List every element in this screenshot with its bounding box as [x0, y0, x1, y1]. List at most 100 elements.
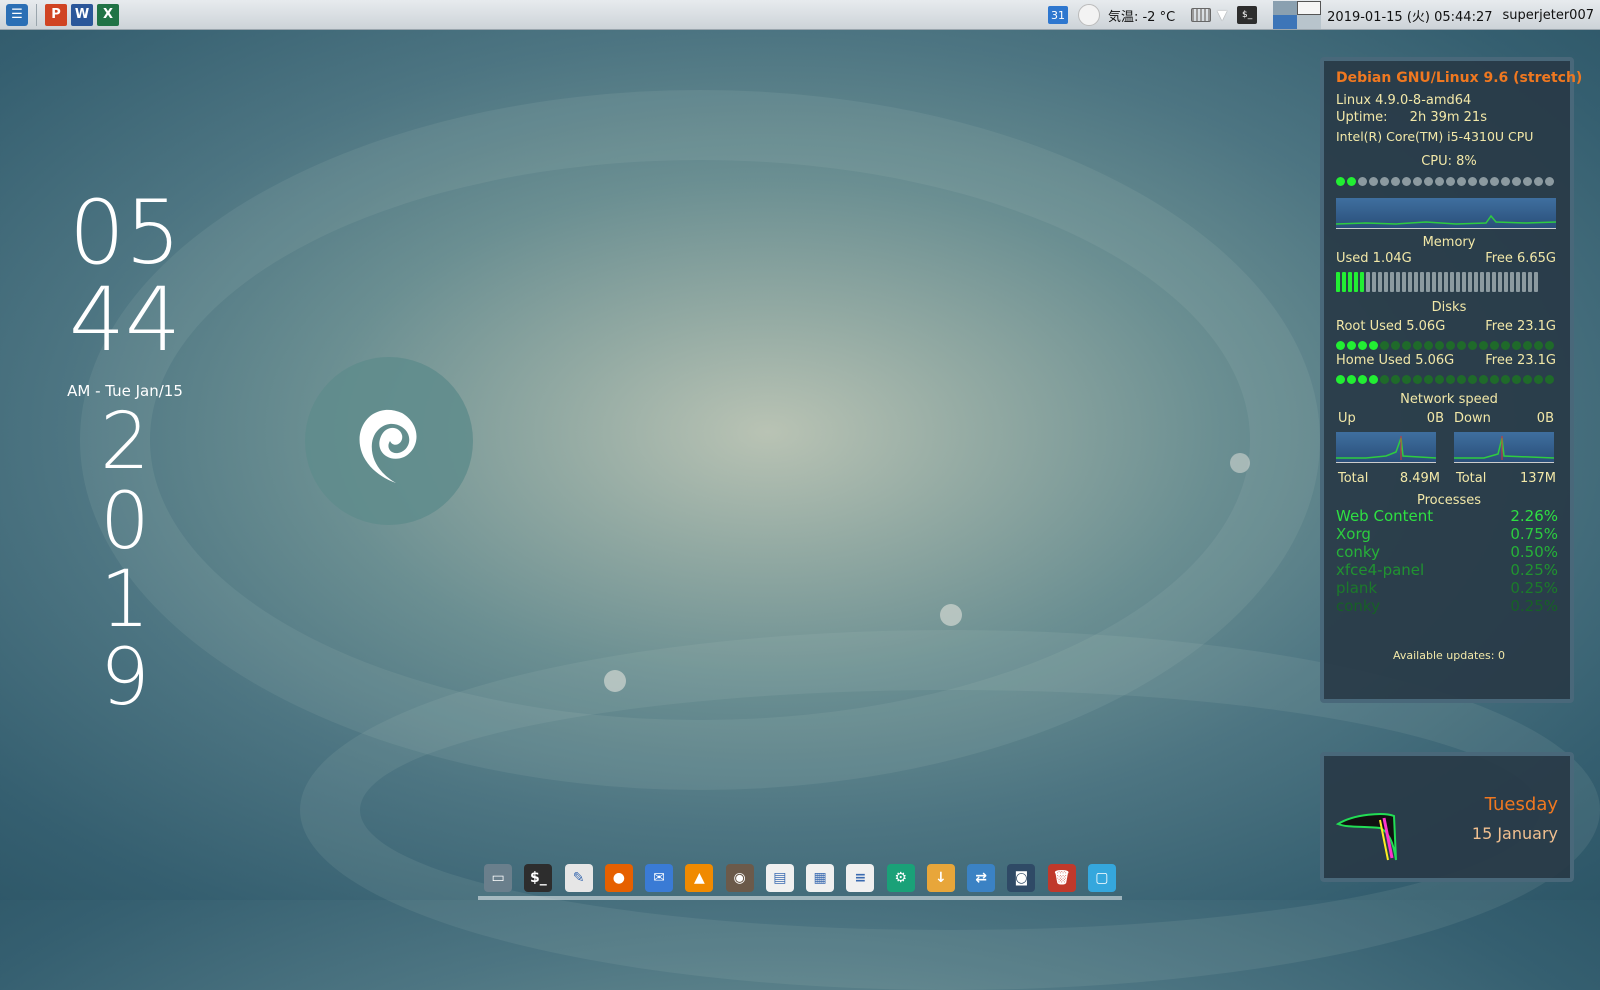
meter-dot — [1545, 375, 1554, 384]
presentation-icon[interactable]: ▤ — [765, 864, 794, 892]
meter-dot — [1468, 341, 1477, 350]
screenshot-icon[interactable]: ◙ — [1007, 864, 1036, 892]
meter-dot — [1391, 375, 1400, 384]
meter-dot — [1402, 177, 1411, 186]
memory-bar-segment — [1420, 272, 1424, 292]
desktop-icon[interactable]: ▢ — [1087, 864, 1116, 892]
download-icon[interactable]: ↓ — [926, 864, 955, 892]
vlc-icon[interactable]: ▲ — [685, 864, 714, 892]
thunderbird-icon[interactable]: ✉ — [645, 864, 674, 892]
meter-dot — [1402, 375, 1411, 384]
workspace-1[interactable] — [1273, 1, 1298, 15]
text-editor-icon[interactable]: ✎ — [564, 864, 593, 892]
meter-dot — [1457, 177, 1466, 186]
meter-dot — [1358, 341, 1367, 350]
memory-bar-segment — [1456, 272, 1460, 292]
workspace-switcher[interactable] — [1273, 1, 1322, 29]
meter-dot — [1435, 177, 1444, 186]
settings-icon[interactable]: ⚙ — [886, 864, 915, 892]
wifi-icon[interactable]: ▼ — [1217, 8, 1227, 23]
process-name: Xorg — [1336, 525, 1371, 543]
available-updates: Available updates: 0 — [1393, 649, 1505, 662]
panel-clock[interactable]: 2019-01-15 (火) 05:44:27 — [1327, 6, 1492, 25]
meter-dot — [1446, 341, 1455, 350]
workspace-4[interactable] — [1297, 15, 1322, 29]
firefox-icon[interactable]: ● — [604, 864, 633, 892]
trash-icon[interactable]: 🗑 — [1047, 864, 1076, 892]
file-manager-icon[interactable]: ▭ — [484, 864, 513, 892]
meter-dot — [1424, 177, 1433, 186]
memory-bar-segment — [1426, 272, 1430, 292]
menu-icon[interactable]: ☰ — [6, 3, 28, 26]
panel-tray: 31 気温: -2 °C ▼ $_ 2019-01-15 (火) 05:44:2… — [1047, 0, 1600, 30]
meter-dot — [1446, 177, 1455, 186]
spreadsheet-icon[interactable]: ▦ — [806, 864, 835, 892]
memory-bar-segment — [1360, 272, 1364, 292]
weekday-label: Tuesday — [1484, 794, 1558, 815]
meter-dot — [1523, 375, 1532, 384]
workspace-2[interactable] — [1297, 1, 1322, 15]
memory-title: Memory — [1422, 235, 1476, 250]
memory-bar-segment — [1534, 272, 1538, 292]
disks-title: Disks — [1431, 300, 1467, 315]
memory-bar — [1336, 272, 1562, 292]
date-label: 15 January — [1471, 824, 1558, 843]
writer-icon[interactable]: ≡ — [846, 864, 875, 892]
meter-dot — [1479, 177, 1488, 186]
wallpaper-bubble — [1230, 453, 1250, 473]
process-name: plank — [1336, 579, 1378, 597]
meter-dot — [1358, 375, 1367, 384]
meter-dot — [1424, 375, 1433, 384]
network-title: Network speed — [1400, 392, 1498, 407]
panel-username[interactable]: superjeter007 — [1503, 8, 1594, 23]
net-down-graph — [1454, 432, 1555, 463]
process-name: conky — [1336, 543, 1380, 561]
date-widget: Tuesday 15 January — [1320, 752, 1574, 882]
memory-bar-segment — [1354, 272, 1358, 292]
meter-dot — [1523, 177, 1532, 186]
memory-bar-segment — [1498, 272, 1502, 292]
os-title: Debian GNU/Linux 9.6 (stretch) — [1336, 70, 1583, 86]
dock: ▭ $_ ✎ ● ✉ ▲ ◉ ▤ ▦ ≡ ⚙ ↓ ⇄ ◙ 🗑 ▢ — [478, 856, 1122, 900]
gimp-icon[interactable]: ◉ — [725, 864, 754, 892]
network-icon[interactable]: ⇄ — [967, 864, 996, 892]
net-up-graph-line — [1336, 436, 1437, 460]
meter-dot — [1435, 375, 1444, 384]
meter-dot — [1380, 341, 1389, 350]
net-down-label: Down — [1454, 411, 1491, 426]
meter-dot — [1523, 341, 1532, 350]
process-row: plank 0.25% — [1336, 579, 1558, 597]
keyboard-icon[interactable] — [1191, 8, 1212, 22]
top-panel: ☰ P W X 31 気温: -2 °C ▼ $_ 2019-01-15 (火)… — [0, 0, 1600, 30]
meter-dot — [1358, 177, 1367, 186]
wallpaper-bubble — [940, 604, 962, 626]
uptime-value: 2h 39m 21s — [1409, 110, 1487, 125]
up-total-value: 8.49M — [1399, 471, 1440, 486]
meter-dot — [1501, 341, 1510, 350]
memory-bar-segment — [1384, 272, 1388, 292]
memory-bar-segment — [1390, 272, 1394, 292]
memory-bar-segment — [1402, 272, 1406, 292]
terminal-tray-icon[interactable]: $_ — [1237, 6, 1258, 24]
terminal-icon[interactable]: $_ — [524, 864, 553, 892]
panel-separator — [36, 3, 37, 26]
boomerang-logo-icon — [1335, 813, 1397, 861]
workspace-3[interactable] — [1273, 15, 1298, 29]
meter-dot — [1457, 375, 1466, 384]
memory-bar-segment — [1366, 272, 1370, 292]
meter-dot — [1512, 177, 1521, 186]
meter-dot — [1413, 177, 1422, 186]
process-row: conky 0.50% — [1336, 543, 1558, 561]
powerpoint-icon[interactable]: P — [45, 3, 67, 26]
net-up-label: Up — [1338, 411, 1356, 426]
meter-dot — [1424, 341, 1433, 350]
process-row: conky 0.25% — [1336, 597, 1558, 615]
calendar-icon[interactable]: 31 — [1047, 6, 1068, 24]
memory-bar-segment — [1342, 272, 1346, 292]
root-disk-dots — [1336, 339, 1562, 354]
meter-dot — [1380, 177, 1389, 186]
excel-icon[interactable]: X — [97, 3, 119, 26]
word-icon[interactable]: W — [71, 3, 93, 26]
clock-year-digit: 1 — [100, 555, 150, 645]
process-cpu: 0.50% — [1510, 543, 1558, 561]
